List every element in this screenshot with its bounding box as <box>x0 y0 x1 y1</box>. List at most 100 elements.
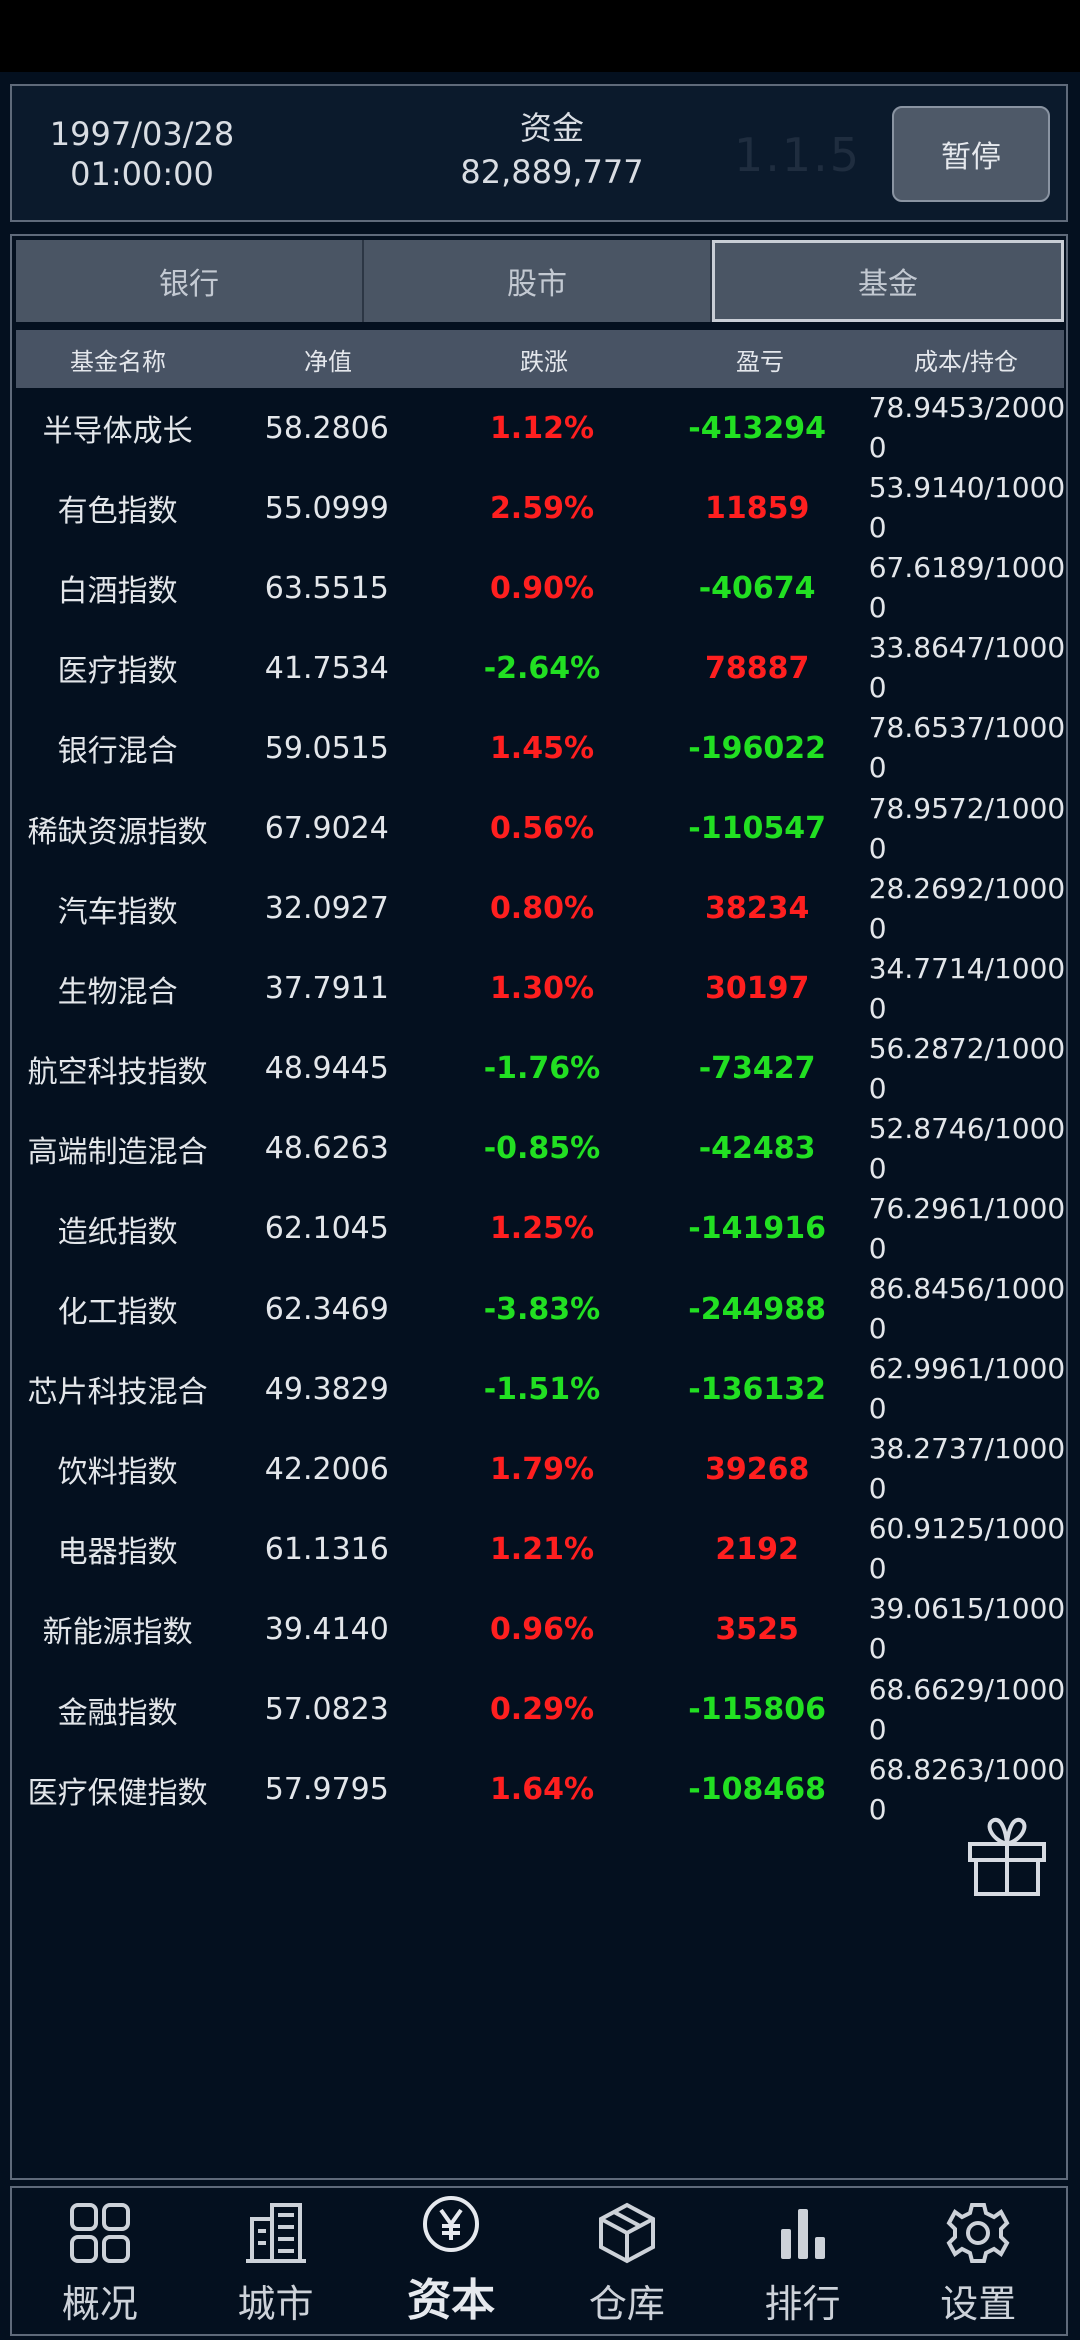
table-row[interactable]: 白酒指数 63.5515 0.90% -40674 67.6189/1000 0 <box>16 548 1064 628</box>
nav-warehouse[interactable]: 仓库 <box>539 2188 715 2334</box>
fund-pnl: -115806 <box>688 1692 826 1728</box>
fund-name: 生物混合 <box>57 974 178 1010</box>
table-row[interactable]: 半导体成长 58.2806 1.12% -413294 78.9453/2000 0 <box>16 388 1064 468</box>
table-row[interactable]: 高端制造混合 48.6263 -0.85% -42483 52.8746/1000 0 <box>16 1109 1064 1189</box>
fund-name: 新能源指数 <box>42 1615 193 1651</box>
fund-name: 航空科技指数 <box>27 1054 208 1090</box>
fund-nav: 63.5515 <box>264 570 389 606</box>
tab-fund[interactable]: 基金 <box>712 240 1064 322</box>
table-header: 基金名称 净值 跌涨 盈亏 成本/持仓 <box>16 330 1064 388</box>
fund-name: 造纸指数 <box>57 1214 178 1250</box>
fund-nav: 39.4140 <box>264 1611 389 1647</box>
fund-pnl: -73427 <box>698 1051 816 1087</box>
status-bar <box>0 0 1080 72</box>
table-row[interactable]: 有色指数 55.0999 2.59% 11859 53.9140/1000 0 <box>16 468 1064 548</box>
fund-name: 半导体成长 <box>42 414 193 450</box>
fund-nav: 58.2806 <box>264 410 389 446</box>
version-label: 1.1.5 <box>734 128 862 182</box>
nav-overview[interactable]: 概况 <box>12 2188 188 2334</box>
fund-cost-holding: 52.8746/1000 0 <box>868 1111 1064 1185</box>
fund-nav: 49.3829 <box>264 1371 389 1407</box>
column-change: 跌涨 <box>520 347 568 376</box>
bottom-nav: 概况 城市 资本 仓库 排行 设置 <box>10 2186 1068 2336</box>
nav-capital[interactable]: 资本 <box>363 2188 539 2334</box>
table-row[interactable]: 芯片科技混合 49.3829 -1.51% -136132 62.9961/1000 0 <box>16 1349 1064 1429</box>
pause-button[interactable]: 暂停 <box>892 106 1050 202</box>
fund-name: 银行混合 <box>57 734 178 770</box>
table-row[interactable]: 医疗指数 41.7534 -2.64% 78887 33.8647/1000 0 <box>16 628 1064 708</box>
fund-cost-holding: 38.2737/1000 0 <box>868 1432 1064 1506</box>
fund-cost-holding: 78.9453/2000 0 <box>868 391 1064 465</box>
fund-nav: 48.9445 <box>264 1051 389 1087</box>
fund-pnl: -110547 <box>688 811 826 847</box>
fund-nav: 48.6263 <box>264 1131 389 1167</box>
fund-pnl: -42483 <box>698 1131 816 1167</box>
fund-change: 1.30% <box>489 971 595 1007</box>
fund-change: 1.12% <box>489 410 595 446</box>
fund-cost-holding: 53.9140/1000 0 <box>868 471 1064 545</box>
fund-nav: 42.2006 <box>264 1451 389 1487</box>
nav-label: 排行 <box>764 2282 841 2326</box>
nav-label: 设置 <box>940 2282 1017 2326</box>
table-row[interactable]: 航空科技指数 48.9445 -1.76% -73427 56.2872/1000 0 <box>16 1029 1064 1109</box>
table-row[interactable]: 电器指数 61.1316 1.21% 2192 60.9125/1000 0 <box>16 1509 1064 1589</box>
fund-change: -0.85% <box>483 1131 601 1167</box>
table-row[interactable]: 稀缺资源指数 67.9024 0.56% -110547 78.9572/1000 0 <box>16 788 1064 868</box>
fund-nav: 55.0999 <box>264 490 389 526</box>
column-nav: 净值 <box>304 347 352 376</box>
nav-label: 仓库 <box>588 2282 665 2326</box>
fund-pnl: -136132 <box>688 1371 826 1407</box>
nav-label: 概况 <box>61 2282 138 2326</box>
funds-value: 82,889,777 <box>460 153 644 191</box>
fund-change: -2.64% <box>483 650 601 686</box>
fund-name: 医疗指数 <box>57 654 178 690</box>
tab-bank[interactable]: 银行 <box>16 240 364 322</box>
table-row[interactable]: 汽车指数 32.0927 0.80% 38234 28.2692/1000 0 <box>16 869 1064 949</box>
nav-city[interactable]: 城市 <box>188 2188 364 2334</box>
table-row[interactable]: 造纸指数 62.1045 1.25% -141916 76.2961/1000 0 <box>16 1189 1064 1269</box>
fund-pnl: 11859 <box>704 490 810 526</box>
fund-change: 2.59% <box>489 490 595 526</box>
gear-icon <box>946 2203 1010 2263</box>
fund-cost-holding: 78.6537/1000 0 <box>868 711 1064 785</box>
fund-pnl: -196022 <box>688 730 826 766</box>
fund-nav: 32.0927 <box>264 891 389 927</box>
table-row[interactable]: 饮料指数 42.2006 1.79% 39268 38.2737/1000 0 <box>16 1429 1064 1509</box>
table-row[interactable]: 化工指数 62.3469 -3.83% -244988 86.8456/1000 0 <box>16 1269 1064 1349</box>
table-row[interactable]: 生物混合 37.7911 1.30% 30197 34.7714/1000 0 <box>16 949 1064 1029</box>
fund-cost-holding: 86.8456/1000 0 <box>868 1272 1064 1346</box>
fund-cost-holding: 67.6189/1000 0 <box>868 551 1064 625</box>
fund-name: 汽车指数 <box>57 894 178 930</box>
fund-nav: 41.7534 <box>264 650 389 686</box>
fund-change: 0.90% <box>489 570 595 606</box>
fund-change: 0.80% <box>489 891 595 927</box>
fund-name: 有色指数 <box>57 494 178 530</box>
column-cost-holding: 成本/持仓 <box>913 347 1019 376</box>
nav-ranking[interactable]: 排行 <box>715 2188 891 2334</box>
table-row[interactable]: 金融指数 57.0823 0.29% -115806 68.6629/1000 0 <box>16 1670 1064 1750</box>
fund-pnl: 38234 <box>704 891 810 927</box>
tab-stock[interactable]: 股市 <box>364 240 712 322</box>
table-row[interactable]: 银行混合 59.0515 1.45% -196022 78.6537/1000 0 <box>16 708 1064 788</box>
bar-chart-icon <box>780 2209 825 2259</box>
header-panel: 1997/03/28 01:00:00 资金 82,889,777 1.1.5 … <box>10 84 1068 222</box>
fund-pnl: 2192 <box>715 1531 799 1567</box>
fund-change: 1.45% <box>489 730 595 766</box>
fund-change: -1.76% <box>483 1051 601 1087</box>
fund-name: 饮料指数 <box>57 1455 178 1491</box>
table-row[interactable]: 新能源指数 39.4140 0.96% 3525 39.0615/1000 0 <box>16 1589 1064 1669</box>
game-date: 1997/03/28 <box>49 115 235 153</box>
fund-name: 白酒指数 <box>57 574 178 610</box>
building-icon <box>245 2203 306 2263</box>
fund-cost-holding: 62.9961/1000 0 <box>868 1352 1064 1426</box>
box-icon <box>598 2202 655 2264</box>
fund-name: 金融指数 <box>57 1695 178 1731</box>
nav-label: 资本 <box>407 2275 496 2326</box>
fund-pnl: 30197 <box>704 971 810 1007</box>
table-row[interactable]: 医疗保健指数 57.9795 1.64% -108468 68.8263/1000 0 <box>16 1750 1064 1830</box>
funds-display: 资金 82,889,777 <box>402 106 702 194</box>
fund-panel: 银行 股市 基金 基金名称 净值 跌涨 盈亏 成本/持仓 半导体成长 58.280… <box>10 234 1068 2180</box>
gift-icon[interactable] <box>962 1810 1052 1900</box>
yen-coin-icon <box>423 2196 480 2252</box>
nav-settings[interactable]: 设置 <box>890 2188 1066 2334</box>
